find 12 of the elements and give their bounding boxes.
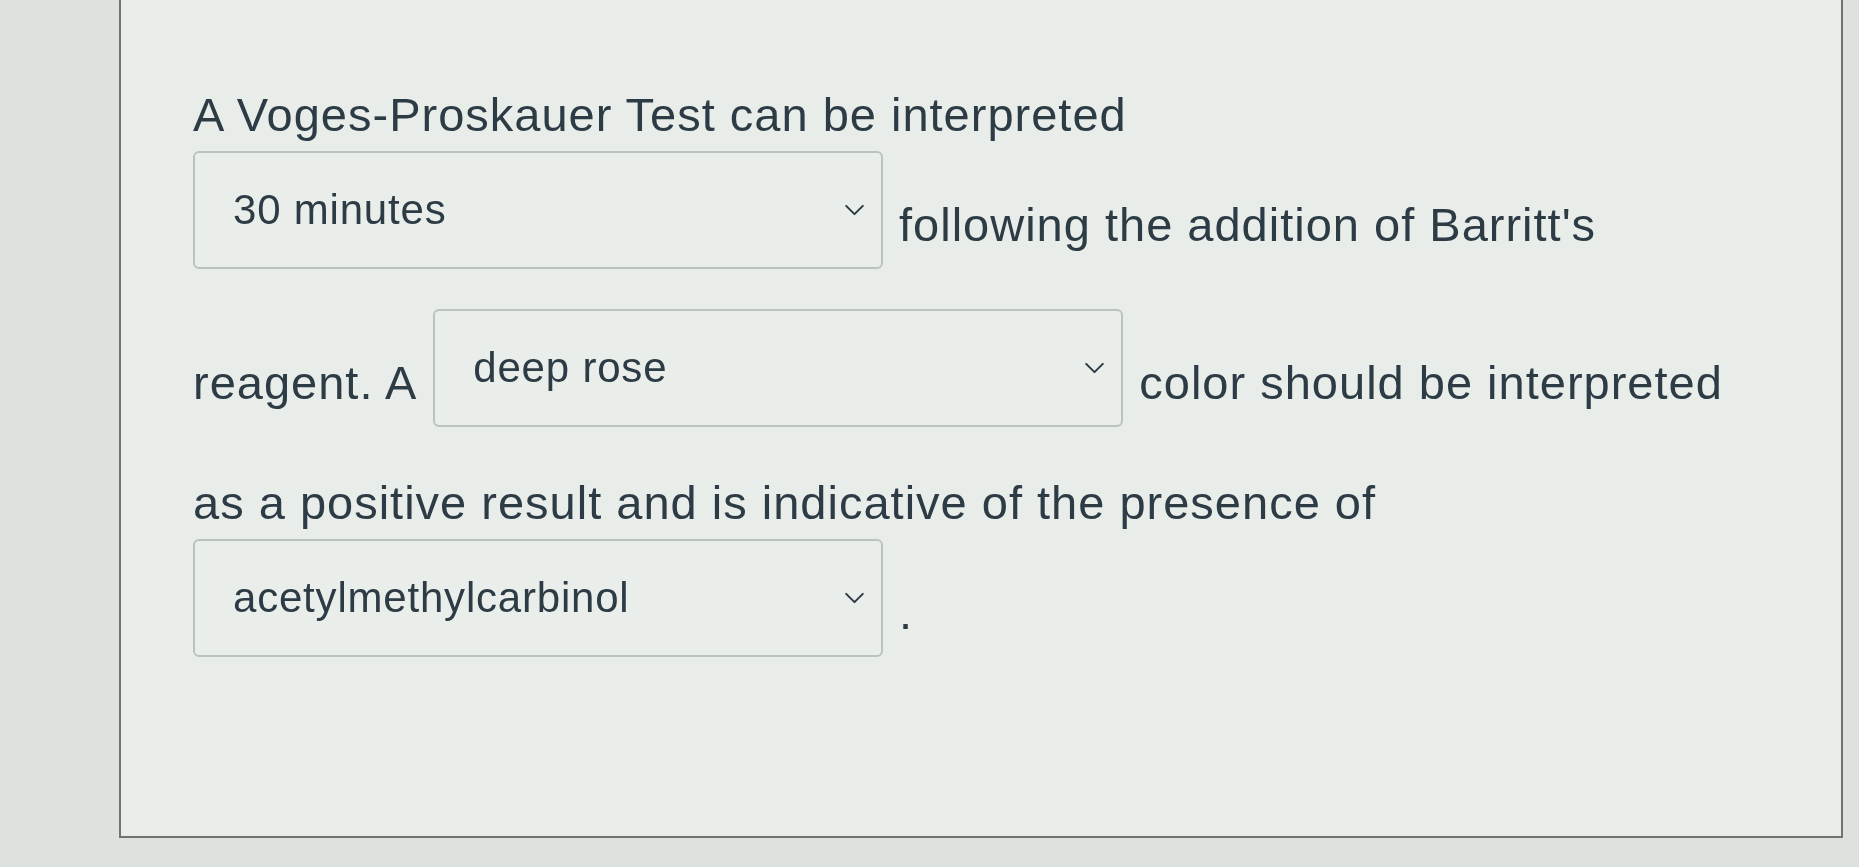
answer-dropdown[interactable]: 30 minutes (193, 151, 883, 269)
question-text: color should be interpreted (1139, 354, 1723, 411)
answer-dropdown[interactable]: acetylmethylcarbinol (193, 539, 883, 657)
question-text: . (899, 584, 914, 641)
question-text: following the addition of Barritt's (899, 196, 1597, 253)
chevron-down-icon (844, 204, 865, 216)
chevron-down-icon (844, 592, 865, 604)
chevron-down-icon (1084, 362, 1106, 374)
question-text: reagent. A (193, 354, 418, 411)
question-text: as a positive result and is indicative of the presence of (193, 474, 1377, 531)
answer-dropdown[interactable]: deep rose (433, 309, 1124, 427)
question-text: A Voges-Proskauer Test can be interpreted (193, 86, 1127, 143)
